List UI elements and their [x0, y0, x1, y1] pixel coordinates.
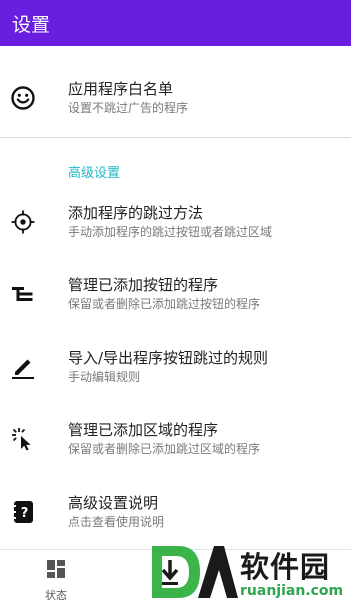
- advanced-help-summary: 点击查看使用说明: [68, 515, 165, 529]
- smiley-icon: [10, 85, 36, 111]
- help-notebook-icon: ?: [10, 499, 36, 525]
- advanced-help-title: 高级设置说明: [68, 494, 159, 512]
- import-export-rules-title: 导入/导出程序按钮跳过的规则: [68, 349, 269, 367]
- add-skip-method-title: 添加程序的跳过方法: [68, 204, 204, 222]
- watermark-da-logo-icon: [152, 546, 238, 598]
- whitelist-setting[interactable]: 应用程序白名单 设置不跳过广告的程序: [0, 63, 351, 133]
- whitelist-title: 应用程序白名单: [68, 80, 174, 98]
- svg-text:?: ?: [21, 506, 29, 521]
- manage-region-apps-setting[interactable]: 管理已添加区域的程序 保留或者删除已添加跳过区域的程序: [0, 404, 351, 474]
- add-skip-method-setting[interactable]: 添加程序的跳过方法 手动添加程序的跳过按钮或者跳过区域: [0, 187, 351, 257]
- import-export-rules-summary: 手动编辑规则: [68, 370, 141, 384]
- watermark-brand: 软件园: [240, 550, 331, 584]
- nav-status-tab[interactable]: 状态: [28, 559, 84, 603]
- manage-button-apps-summary: 保留或者删除已添加跳过按钮的程序: [68, 297, 261, 311]
- advanced-settings-header: 高级设置: [68, 166, 121, 181]
- pencil-icon: [10, 354, 36, 380]
- list-tree-icon: [10, 281, 36, 307]
- whitelist-summary: 设置不跳过广告的程序: [68, 101, 189, 115]
- divider: [0, 137, 351, 138]
- crosshair-icon: [10, 209, 36, 235]
- app-bar: 设置: [0, 0, 351, 46]
- manage-button-apps-title: 管理已添加按钮的程序: [68, 276, 219, 294]
- manage-region-apps-summary: 保留或者删除已添加跳过区域的程序: [68, 442, 261, 456]
- manage-button-apps-setting[interactable]: 管理已添加按钮的程序 保留或者删除已添加跳过按钮的程序: [0, 259, 351, 329]
- advanced-help-setting[interactable]: ? 高级设置说明 点击查看使用说明: [0, 477, 351, 547]
- import-export-rules-setting[interactable]: 导入/导出程序按钮跳过的规则 手动编辑规则: [0, 332, 351, 402]
- nav-status-label: 状态: [45, 589, 67, 602]
- add-skip-method-summary: 手动添加程序的跳过按钮或者跳过区域: [68, 225, 273, 239]
- cursor-click-icon: [10, 426, 36, 452]
- manage-region-apps-title: 管理已添加区域的程序: [68, 421, 219, 439]
- watermark-logo: 软件园 ruanjian.com: [148, 540, 351, 605]
- dashboard-icon: [46, 559, 66, 583]
- app-bar-title: 设置: [12, 13, 51, 36]
- watermark-domain: ruanjian.com: [240, 583, 344, 599]
